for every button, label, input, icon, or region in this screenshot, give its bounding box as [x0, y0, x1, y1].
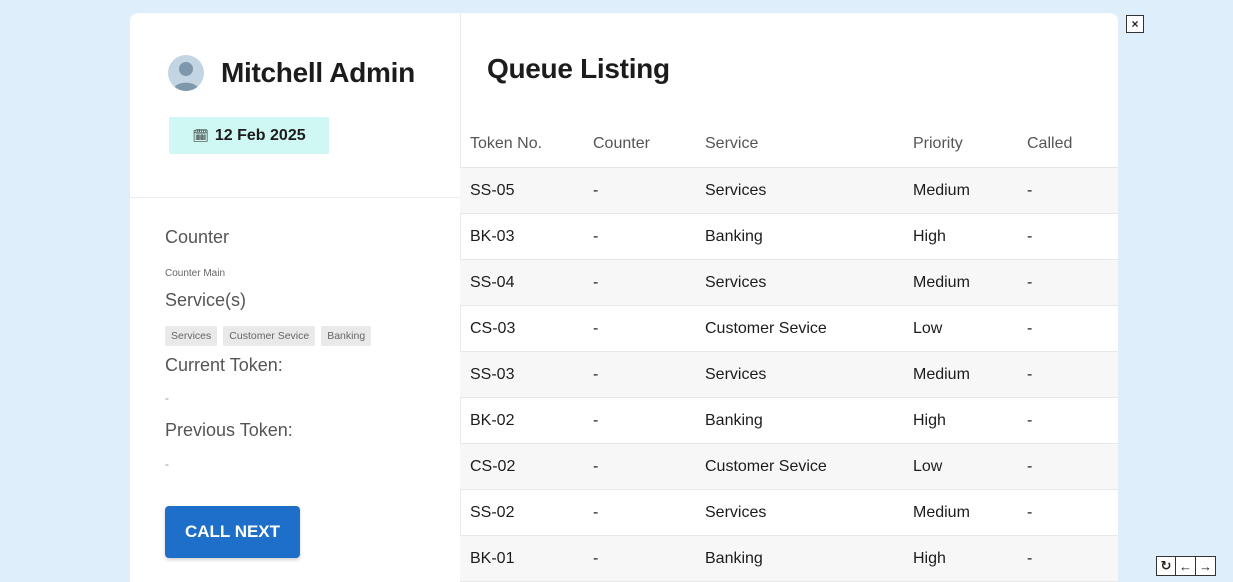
cell-token: BK-01	[460, 535, 593, 582]
cell-service: Banking	[705, 535, 913, 582]
refresh-button[interactable]: ↻	[1156, 556, 1176, 576]
cell-token: BK-03	[460, 213, 593, 260]
counter-panel: Mitchell Admin 🗓 12 Feb 2025 Counter Cou…	[130, 13, 461, 582]
cell-priority: High	[913, 397, 1027, 444]
cell-token: SS-05	[460, 167, 593, 214]
table-row[interactable]: CS-03- Customer Sevice Low -	[460, 305, 1118, 352]
cell-priority: Medium	[913, 351, 1027, 398]
service-tags: Services Customer Sevice Banking	[165, 326, 372, 346]
cell-called: -	[1027, 443, 1118, 490]
next-button[interactable]: →	[1196, 556, 1216, 576]
column-header-priority: Priority	[913, 121, 1027, 168]
calendar-icon: 🗓	[192, 127, 209, 143]
cell-counter: -	[593, 397, 705, 444]
cell-counter: -	[593, 259, 705, 306]
table-row[interactable]: CS-02- Customer Sevice Low -	[460, 443, 1118, 490]
current-token-value: -	[165, 391, 169, 405]
cell-called: -	[1027, 489, 1118, 536]
cell-service: Services	[705, 167, 913, 214]
cell-counter: -	[593, 443, 705, 490]
service-tag: Banking	[321, 326, 372, 346]
date-badge: 🗓 12 Feb 2025	[169, 117, 329, 154]
previous-token-value: -	[165, 457, 169, 471]
queue-table: Token No. Counter Service Priority Calle…	[460, 121, 1118, 582]
cell-priority: Low	[913, 443, 1027, 490]
previous-button[interactable]: ←	[1176, 556, 1196, 576]
table-header-row: Token No. Counter Service Priority Calle…	[460, 121, 1118, 168]
table-row[interactable]: SS-05- Services Medium -	[460, 167, 1118, 214]
call-next-button[interactable]: CALL NEXT	[165, 506, 300, 558]
queue-card: Mitchell Admin 🗓 12 Feb 2025 Counter Cou…	[130, 13, 1118, 582]
cell-called: -	[1027, 351, 1118, 398]
table-row[interactable]: SS-04- Services Medium -	[460, 259, 1118, 306]
column-header-counter: Counter	[593, 121, 705, 168]
close-button[interactable]: ×	[1126, 15, 1144, 33]
services-label: Service(s)	[165, 290, 247, 310]
arrow-left-icon: ←	[1179, 558, 1192, 574]
previous-token-label: Previous Token:	[165, 420, 293, 440]
counter-label: Counter	[165, 227, 230, 247]
cell-called: -	[1027, 213, 1118, 260]
cell-called: -	[1027, 535, 1118, 582]
cell-token: SS-04	[460, 259, 593, 306]
arrow-right-icon: →	[1199, 558, 1212, 574]
cell-counter: -	[593, 535, 705, 582]
column-header-token: Token No.	[460, 121, 593, 168]
queue-title: Queue Listing	[487, 53, 670, 84]
cell-priority: Medium	[913, 259, 1027, 306]
cell-service: Services	[705, 489, 913, 536]
cell-priority: Medium	[913, 489, 1027, 536]
cell-called: -	[1027, 167, 1118, 214]
cell-service: Banking	[705, 213, 913, 260]
cell-counter: -	[593, 489, 705, 536]
user-header: Mitchell Admin	[168, 55, 415, 91]
cell-token: SS-02	[460, 489, 593, 536]
cell-token: CS-03	[460, 305, 593, 352]
column-header-called: Called	[1027, 121, 1118, 168]
cell-service: Banking	[705, 397, 913, 444]
table-row[interactable]: BK-03- Banking High -	[460, 213, 1118, 260]
cell-service: Services	[705, 259, 913, 306]
refresh-icon: ↻	[1160, 558, 1172, 573]
avatar	[168, 55, 204, 91]
table-row[interactable]: BK-02- Banking High -	[460, 397, 1118, 444]
counter-value: Counter Main	[165, 268, 226, 279]
cell-counter: -	[593, 167, 705, 214]
cell-token: CS-02	[460, 443, 593, 490]
column-header-service: Service	[705, 121, 913, 168]
cell-counter: -	[593, 351, 705, 398]
cell-service: Services	[705, 351, 913, 398]
user-icon	[173, 62, 199, 91]
panel-divider	[130, 197, 460, 198]
cell-priority: High	[913, 213, 1027, 260]
date-text: 12 Feb 2025	[214, 126, 306, 144]
table-row[interactable]: SS-03- Services Medium -	[460, 351, 1118, 398]
carousel-controls: ↻ ← →	[1156, 556, 1216, 576]
user-name: Mitchell Admin	[221, 57, 415, 88]
cell-priority: Medium	[913, 167, 1027, 214]
cell-called: -	[1027, 305, 1118, 352]
queue-panel: Queue Listing Token No. Counter Service …	[460, 13, 1118, 582]
service-tag: Customer Sevice	[223, 326, 316, 346]
cell-token: BK-02	[460, 397, 593, 444]
cell-priority: Low	[913, 305, 1027, 352]
close-icon: ×	[1131, 17, 1139, 31]
table-row[interactable]: SS-02- Services Medium -	[460, 489, 1118, 536]
queue-body: SS-05- Services Medium - BK-03- Banking High - S…	[460, 167, 1118, 582]
cell-token: SS-03	[460, 351, 593, 398]
cell-counter: -	[593, 305, 705, 352]
current-token-label: Current Token:	[165, 355, 283, 375]
service-tag: Services	[165, 326, 218, 346]
cell-called: -	[1027, 259, 1118, 306]
cell-service: Customer Sevice	[705, 305, 913, 352]
cell-service: Customer Sevice	[705, 443, 913, 490]
cell-counter: -	[593, 213, 705, 260]
table-row[interactable]: BK-01- Banking High -	[460, 535, 1118, 582]
cell-called: -	[1027, 397, 1118, 444]
cell-priority: High	[913, 535, 1027, 582]
